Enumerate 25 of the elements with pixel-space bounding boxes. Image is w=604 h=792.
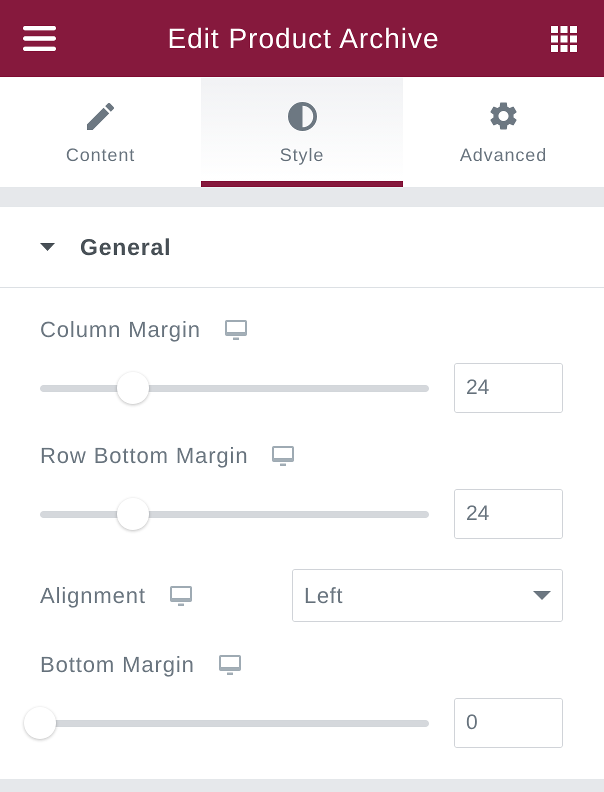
monitor-icon[interactable]	[224, 320, 247, 340]
control-label: Row Bottom Margin	[40, 443, 248, 469]
number-input[interactable]: 0	[454, 698, 563, 748]
monitor-icon[interactable]	[170, 586, 192, 606]
monitor-icon[interactable]	[272, 446, 294, 466]
grid-icon	[551, 26, 577, 52]
monitor-icon[interactable]	[218, 655, 241, 675]
control-label: Alignment	[40, 582, 146, 608]
number-input[interactable]: 24	[454, 489, 563, 539]
menu-button[interactable]	[23, 26, 56, 51]
alignment-select[interactable]: Left	[292, 569, 563, 622]
panel-title: Edit Product Archive	[167, 22, 440, 54]
control-label: Column Margin	[40, 317, 201, 343]
control-label: Bottom Margin	[40, 652, 195, 678]
slider-thumb[interactable]	[117, 372, 150, 404]
apps-button[interactable]	[551, 26, 577, 52]
slider-thumb[interactable]	[117, 498, 150, 530]
caret-down-icon	[533, 591, 551, 600]
gear-icon	[490, 102, 517, 130]
number-input[interactable]: 24	[454, 363, 563, 413]
slider-thumb[interactable]	[24, 707, 56, 739]
tab[interactable]: Style	[201, 77, 403, 187]
menu-icon	[23, 26, 56, 51]
pencil-icon	[87, 102, 114, 130]
half-circle-icon	[288, 102, 316, 130]
